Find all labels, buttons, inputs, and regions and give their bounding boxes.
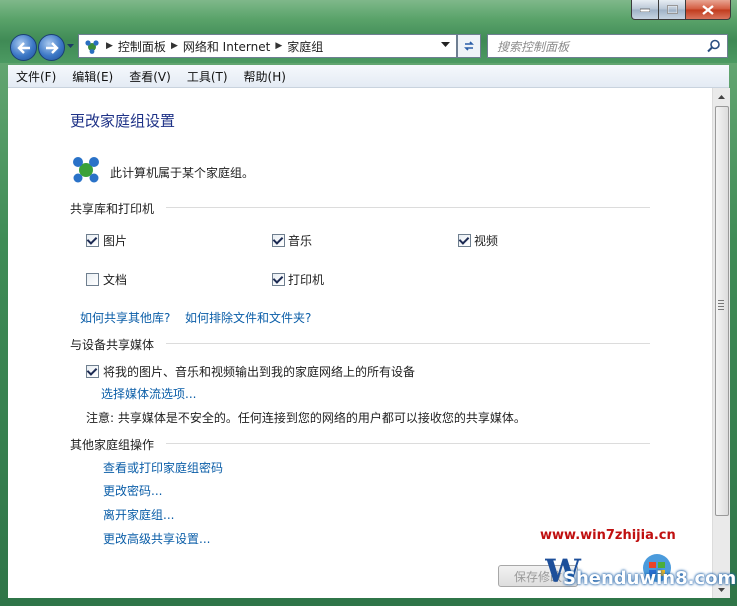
link-advanced-sharing[interactable]: 更改高级共享设置... xyxy=(103,530,210,547)
breadcrumb-separator-icon: ▶ xyxy=(106,41,113,51)
link-media-stream-options[interactable]: 选择媒体流选项... xyxy=(101,385,196,402)
search-box[interactable]: 搜索控制面板 xyxy=(487,34,728,58)
label-printers: 打印机 xyxy=(288,273,325,287)
menu-tools[interactable]: 工具(T) xyxy=(179,68,236,85)
caption-buttons xyxy=(631,0,731,20)
refresh-button[interactable] xyxy=(457,34,481,58)
address-dropdown-icon[interactable] xyxy=(441,41,450,49)
section-divider xyxy=(166,207,650,208)
label-pictures: 图片 xyxy=(103,234,128,248)
breadcrumb-separator-icon: ▶ xyxy=(275,41,283,51)
breadcrumb-control-panel[interactable]: 控制面板 xyxy=(118,38,166,55)
breadcrumb-network-internet[interactable]: 网络和 Internet xyxy=(183,38,270,55)
close-button[interactable] xyxy=(686,0,731,20)
breadcrumb-separator-icon: ▶ xyxy=(170,41,178,51)
menu-help[interactable]: 帮助(H) xyxy=(236,68,294,85)
back-button[interactable] xyxy=(10,34,37,61)
homegroup-status: 此计算机属于某个家庭组。 xyxy=(110,166,255,180)
search-placeholder: 搜索控制面板 xyxy=(497,39,570,54)
label-documents: 文档 xyxy=(103,273,128,287)
back-arrow-icon xyxy=(16,41,30,54)
media-security-note: 注意: 共享媒体是不安全的。任何连接到您的网络的用户都可以接收您的共享媒体。 xyxy=(86,411,526,425)
refresh-icon xyxy=(464,41,474,51)
forward-arrow-icon xyxy=(45,41,59,54)
vertical-scrollbar[interactable] xyxy=(712,88,730,598)
link-view-print-password[interactable]: 查看或打印家庭组密码 xyxy=(103,459,223,476)
link-leave-homegroup[interactable]: 离开家庭组... xyxy=(103,506,174,523)
recent-pages-dropdown-icon[interactable] xyxy=(66,42,75,51)
scroll-up-button[interactable] xyxy=(713,88,730,105)
checkbox-stream-media[interactable] xyxy=(86,365,99,378)
window-frame: ▶ 控制面板 ▶ 网络和 Internet ▶ 家庭组 搜索控制面板 文件(F)… xyxy=(0,0,737,606)
watermark-brand: Shenduwin8.com xyxy=(563,568,737,589)
content-pane: 更改家庭组设置 此计算机属于某个家庭组。 共享库和打印机 图片 音乐 视频 文档… xyxy=(8,88,712,598)
homegroup-icon xyxy=(73,157,99,183)
search-icon[interactable] xyxy=(707,39,721,53)
label-music: 音乐 xyxy=(288,234,313,248)
label-stream-media: 将我的图片、音乐和视频输出到我的家庭网络上的所有设备 xyxy=(103,365,416,379)
scroll-up-icon xyxy=(718,94,725,99)
scrollbar-grip-icon xyxy=(718,298,724,312)
menu-view[interactable]: 查看(V) xyxy=(121,68,179,85)
checkbox-printers[interactable] xyxy=(272,273,285,286)
section-divider xyxy=(166,343,650,344)
other-section-heading: 其他家庭组操作 xyxy=(70,438,155,452)
breadcrumb-homegroup[interactable]: 家庭组 xyxy=(287,38,323,55)
checkbox-pictures[interactable] xyxy=(86,234,99,247)
watermark-url: www.win7zhijia.cn xyxy=(540,528,676,543)
menu-file[interactable]: 文件(F) xyxy=(8,68,64,85)
maximize-icon xyxy=(666,5,678,14)
forward-button[interactable] xyxy=(38,34,65,61)
address-bar[interactable]: ▶ 控制面板 ▶ 网络和 Internet ▶ 家庭组 xyxy=(78,34,457,58)
page-title: 更改家庭组设置 xyxy=(70,112,176,130)
share-section-heading: 共享库和打印机 xyxy=(70,202,155,216)
link-share-other-libraries[interactable]: 如何共享其他库? xyxy=(80,309,170,326)
checkbox-documents[interactable] xyxy=(86,273,99,286)
menu-bar: 文件(F) 编辑(E) 查看(V) 工具(T) 帮助(H) xyxy=(8,65,729,88)
minimize-button[interactable] xyxy=(631,0,659,20)
link-exclude-files[interactable]: 如何排除文件和文件夹? xyxy=(185,309,311,326)
media-section-heading: 与设备共享媒体 xyxy=(70,338,155,352)
checkbox-music[interactable] xyxy=(272,234,285,247)
close-icon xyxy=(702,4,714,15)
checkbox-videos[interactable] xyxy=(458,234,471,247)
label-videos: 视频 xyxy=(474,234,499,248)
link-change-password[interactable]: 更改密码... xyxy=(103,482,162,499)
minimize-icon xyxy=(640,8,650,12)
maximize-button[interactable] xyxy=(659,0,686,20)
network-folder-icon xyxy=(85,40,99,54)
menu-edit[interactable]: 编辑(E) xyxy=(64,68,121,85)
section-divider xyxy=(166,443,650,444)
